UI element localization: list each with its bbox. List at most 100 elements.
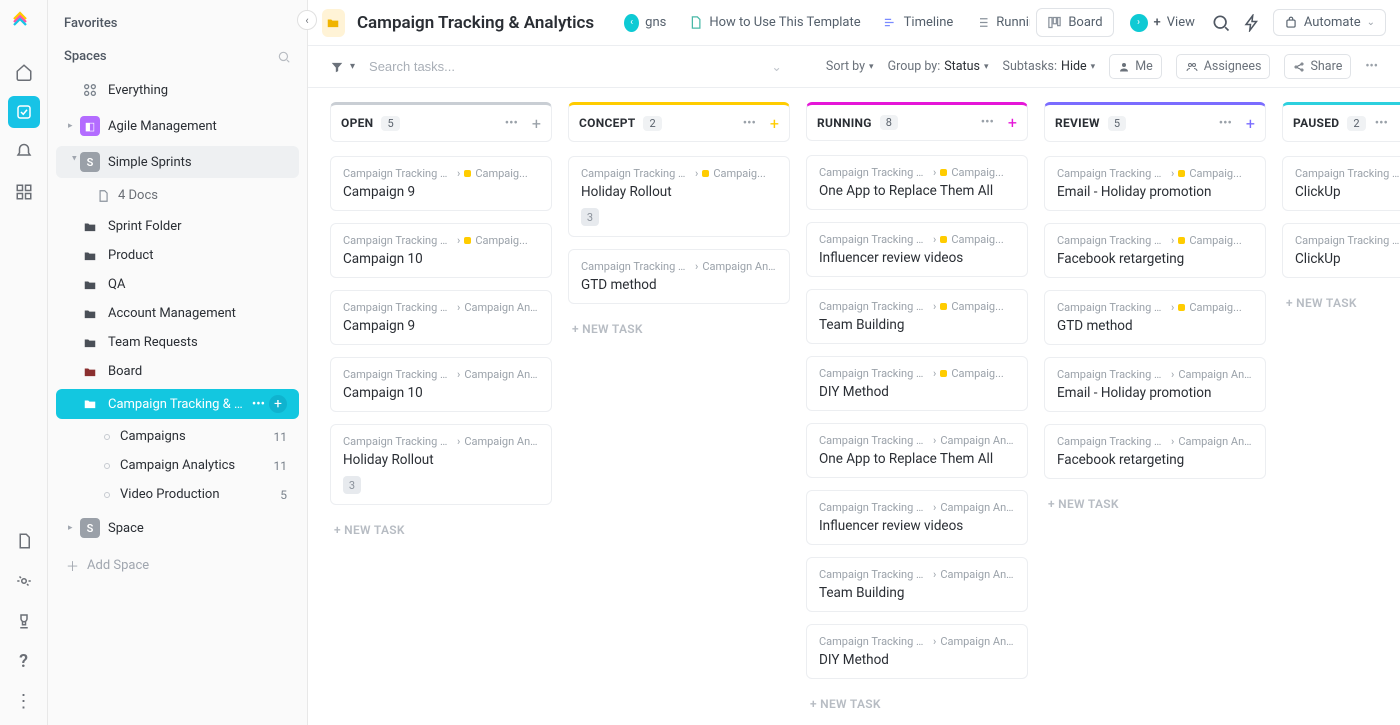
column-more-icon[interactable]: •••	[505, 116, 518, 131]
task-card[interactable]: Campaign Tracking & An...›Campaign Anal.…	[1044, 424, 1266, 479]
column-add-icon[interactable]: +	[1246, 114, 1255, 133]
task-card[interactable]: Campaign Tracking & Analyti...›Campaig..…	[806, 222, 1028, 277]
new-task-button[interactable]: + NEW TASK	[806, 691, 1028, 717]
sidebar-folder-sprint-folder[interactable]: Sprint Folder	[56, 213, 299, 240]
task-card[interactable]: Campaign Tracking & Analyti...ClickUp	[1282, 156, 1400, 211]
favorites-header[interactable]: Favorites	[48, 6, 307, 39]
column-add-icon[interactable]: +	[1008, 113, 1017, 132]
search-spaces-icon[interactable]	[277, 50, 291, 64]
subtasks-button[interactable]: Subtasks: Hide ▾	[1003, 59, 1096, 74]
task-card[interactable]: Campaign Tracking & An...›Campaign Anal.…	[330, 290, 552, 345]
task-card[interactable]: Campaign Tracking & Analyti...›Campaig..…	[1044, 290, 1266, 345]
rail-help-icon[interactable]: ?	[8, 645, 40, 677]
board-scroll[interactable]: OPEN5•••+Campaign Tracking & Analyti...›…	[308, 88, 1400, 725]
sidebar-docs[interactable]: 4 Docs	[56, 182, 299, 209]
sidebar-space-simple-sprints[interactable]: ▸ S Simple Sprints	[56, 146, 299, 178]
rail-trophy-icon[interactable]	[8, 605, 40, 637]
page-title: Campaign Tracking & Analytics	[357, 13, 594, 33]
collapse-sidebar-button[interactable]: ‹	[297, 10, 317, 30]
sidebar-space-agile[interactable]: ▸ ◧ Agile Management	[56, 110, 299, 142]
column-more-icon[interactable]: •••	[1219, 116, 1232, 131]
sidebar-list-campaigns[interactable]: Campaigns11	[56, 423, 299, 450]
assignees-button[interactable]: Assignees	[1176, 54, 1271, 79]
toolbar-more-icon[interactable]: •••	[1365, 59, 1378, 74]
rail-home-icon[interactable]	[8, 56, 40, 88]
bolt-icon[interactable]	[1243, 14, 1261, 32]
group-by-button[interactable]: Group by: Status ▾	[888, 59, 989, 74]
column-more-icon[interactable]: •••	[1375, 116, 1388, 131]
task-card[interactable]: Campaign Tracking & An...›Campaign Anal.…	[806, 557, 1028, 612]
status-square-icon	[940, 303, 947, 310]
task-card[interactable]: Campaign Tracking & An...›Campaign Anal.…	[330, 357, 552, 412]
task-card[interactable]: Campaign Tracking & An...›Campaign Anal.…	[806, 490, 1028, 545]
column-add-icon[interactable]: +	[770, 114, 779, 133]
search-tasks-input[interactable]	[369, 59, 529, 74]
sidebar-folder-team-requests[interactable]: Team Requests	[56, 329, 299, 356]
task-card[interactable]: Campaign Tracking & Analyti...›Campaig..…	[568, 156, 790, 237]
task-card[interactable]: Campaign Tracking & Analyti...›Campaig..…	[806, 289, 1028, 344]
add-space-button[interactable]: ＋ Add Space	[48, 546, 307, 585]
view-running-campaigns[interactable]: Running Campaigns	[965, 9, 1030, 36]
rail-apps-icon[interactable]	[8, 176, 40, 208]
task-title: One App to Replace Them All	[819, 451, 1015, 467]
sidebar-folder-board[interactable]: Board	[56, 358, 299, 385]
sidebar-folder-account-management[interactable]: Account Management	[56, 300, 299, 327]
automate-button[interactable]: Automate ⌄	[1273, 9, 1386, 36]
rail-doc-icon[interactable]	[8, 525, 40, 557]
me-filter-button[interactable]: Me	[1109, 54, 1162, 79]
chevron-down-icon[interactable]: ⌄	[771, 59, 781, 75]
search-icon[interactable]	[1211, 13, 1231, 33]
sidebar-folder-qa[interactable]: QA	[56, 271, 299, 298]
sidebar-everything[interactable]: Everything	[56, 74, 299, 106]
folder-add-icon[interactable]: +	[269, 395, 287, 413]
new-task-button[interactable]: + NEW TASK	[568, 316, 790, 342]
column-header-running[interactable]: RUNNING8•••+	[806, 102, 1028, 141]
task-card[interactable]: Campaign Tracking & Analyti...›Campaig..…	[1044, 223, 1266, 278]
share-button[interactable]: Share	[1284, 54, 1351, 79]
task-card[interactable]: Campaign Tracking & Analyti...ClickUp	[1282, 223, 1400, 278]
task-card[interactable]: Campaign Tracking & An...›Campaign Anal.…	[1044, 357, 1266, 412]
task-card[interactable]: Campaign Tracking & Analyti...›Campaig..…	[806, 356, 1028, 411]
new-task-button[interactable]: + NEW TASK	[330, 517, 552, 543]
spaces-header[interactable]: Spaces	[64, 49, 107, 64]
sidebar-list-video-production[interactable]: Video Production5	[56, 481, 299, 508]
task-card[interactable]: Campaign Tracking & An...›Campaign Anal.…	[568, 249, 790, 304]
task-title: Holiday Rollout	[581, 184, 777, 200]
sidebar-list-campaign-analytics[interactable]: Campaign Analytics11	[56, 452, 299, 479]
task-card[interactable]: Campaign Tracking & An...›Campaign Anal.…	[806, 624, 1028, 679]
sidebar-folder-product[interactable]: Product	[56, 242, 299, 269]
column-more-icon[interactable]: •••	[743, 116, 756, 131]
column-more-icon[interactable]: •••	[981, 115, 994, 130]
sidebar-folder-campaign-tracking[interactable]: Campaign Tracking & Analy… ••• +	[56, 389, 299, 419]
task-card[interactable]: Campaign Tracking & An...›Campaign Anal.…	[330, 424, 552, 505]
logo-icon[interactable]	[11, 10, 37, 36]
count-badge: 8	[880, 115, 898, 130]
column-header-paused[interactable]: PAUSED2•••+	[1282, 102, 1400, 142]
sort-by-button[interactable]: Sort by▾	[826, 59, 874, 74]
view-gns[interactable]: ‹gns	[614, 9, 676, 36]
rail-pulse-icon[interactable]	[8, 565, 40, 597]
task-title: Team Building	[819, 317, 1015, 333]
task-card[interactable]: Campaign Tracking & Analyti...›Campaig..…	[1044, 156, 1266, 211]
column-header-review[interactable]: REVIEW5•••+	[1044, 102, 1266, 142]
view-timeline[interactable]: Timeline	[873, 9, 964, 36]
sidebar-space-generic[interactable]: ▸ S Space	[56, 512, 299, 544]
column-header-open[interactable]: OPEN5•••+	[330, 102, 552, 142]
task-card[interactable]: Campaign Tracking & Analyti...›Campaig..…	[806, 155, 1028, 210]
column-header-concept[interactable]: CONCEPT2•••+	[568, 102, 790, 142]
task-card[interactable]: Campaign Tracking & Analyti...›Campaig..…	[330, 223, 552, 278]
add-view-button[interactable]: › + View	[1120, 8, 1205, 38]
view-board[interactable]: Board	[1036, 8, 1113, 37]
task-card[interactable]: Campaign Tracking & Analyti...›Campaig..…	[330, 156, 552, 211]
filter-button[interactable]: ▾	[330, 60, 355, 74]
rail-tasks-icon[interactable]	[8, 96, 40, 128]
task-card[interactable]: Campaign Tracking & An...›Campaign Anal.…	[806, 423, 1028, 478]
view-how-to-use-this-template[interactable]: How to Use This Template	[678, 9, 870, 36]
column-add-icon[interactable]: +	[532, 114, 541, 133]
new-task-button[interactable]: + NEW TASK	[1282, 290, 1400, 316]
new-task-button[interactable]: + NEW TASK	[1044, 491, 1266, 517]
task-title: Facebook retargeting	[1057, 251, 1253, 267]
rail-more-icon[interactable]: ⋮	[8, 685, 40, 717]
folder-more-icon[interactable]: •••	[252, 397, 265, 412]
rail-bell-icon[interactable]	[8, 136, 40, 168]
